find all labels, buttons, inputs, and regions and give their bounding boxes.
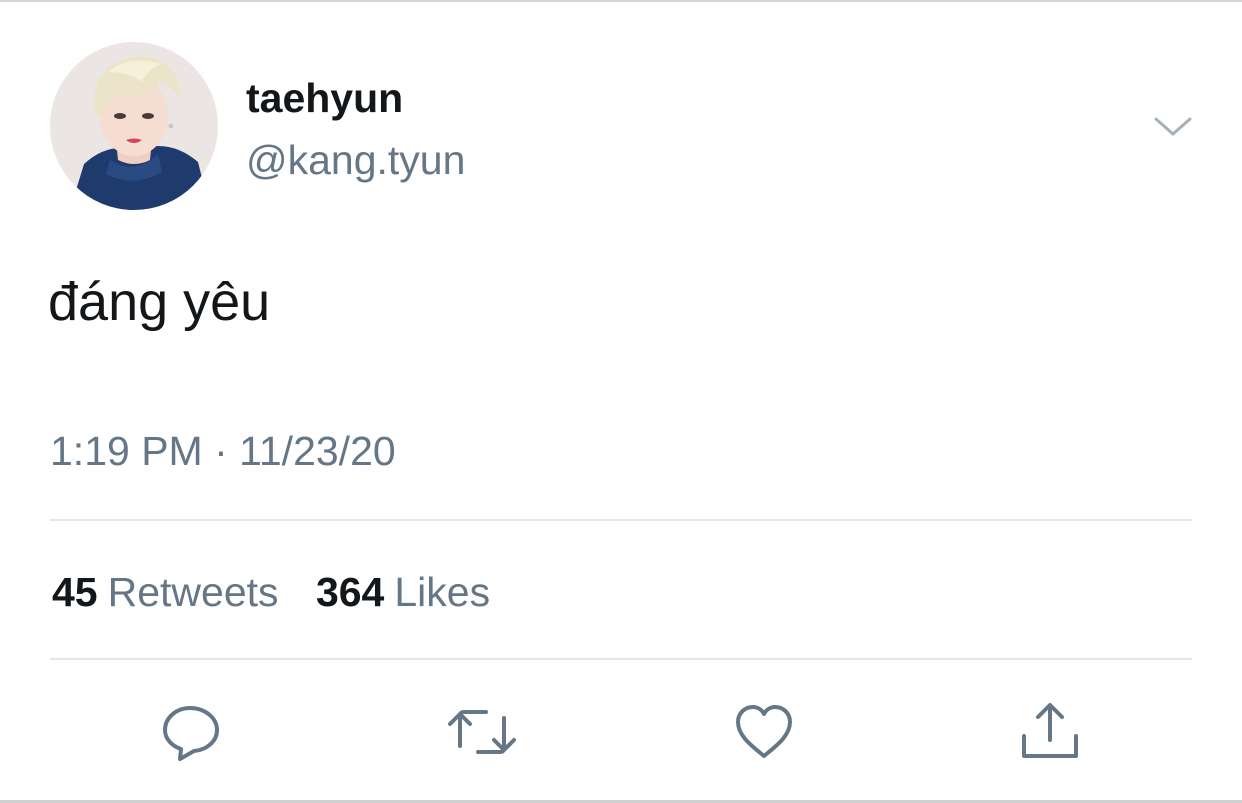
retweet-button[interactable] (446, 700, 516, 764)
likes-count: 364 (315, 569, 385, 615)
user-handle[interactable]: @kang.tyun (246, 136, 465, 184)
share-upload-icon (1022, 703, 1078, 758)
likes-label: Likes (394, 569, 491, 615)
more-options-button[interactable] (1150, 106, 1196, 146)
tweet-card: taehyun @kang.tyun đáng yêu 1:19 PM · 11… (0, 0, 1242, 803)
retweet-arrows-icon (448, 710, 516, 754)
engagement-stats: 45 Retweets 364 Likes (52, 567, 516, 617)
avatar-image (50, 42, 218, 210)
retweets-label: Retweets (107, 569, 279, 615)
share-button[interactable] (1018, 700, 1082, 764)
reply-button[interactable] (160, 700, 224, 764)
tweet-timestamp[interactable]: 1:19 PM · 11/23/20 (50, 426, 396, 476)
speech-bubble-icon (163, 706, 219, 761)
display-name[interactable]: taehyun (246, 74, 403, 122)
avatar[interactable] (50, 42, 218, 210)
divider (50, 658, 1192, 660)
likes-stat[interactable]: 364 Likes (316, 569, 490, 615)
heart-icon (736, 705, 792, 758)
tweet-text: đáng yêu (48, 272, 271, 332)
retweets-count: 45 (52, 569, 98, 615)
like-button[interactable] (732, 700, 796, 764)
chevron-down-icon (1154, 117, 1192, 136)
retweets-stat[interactable]: 45 Retweets (52, 569, 279, 615)
divider (50, 519, 1192, 521)
